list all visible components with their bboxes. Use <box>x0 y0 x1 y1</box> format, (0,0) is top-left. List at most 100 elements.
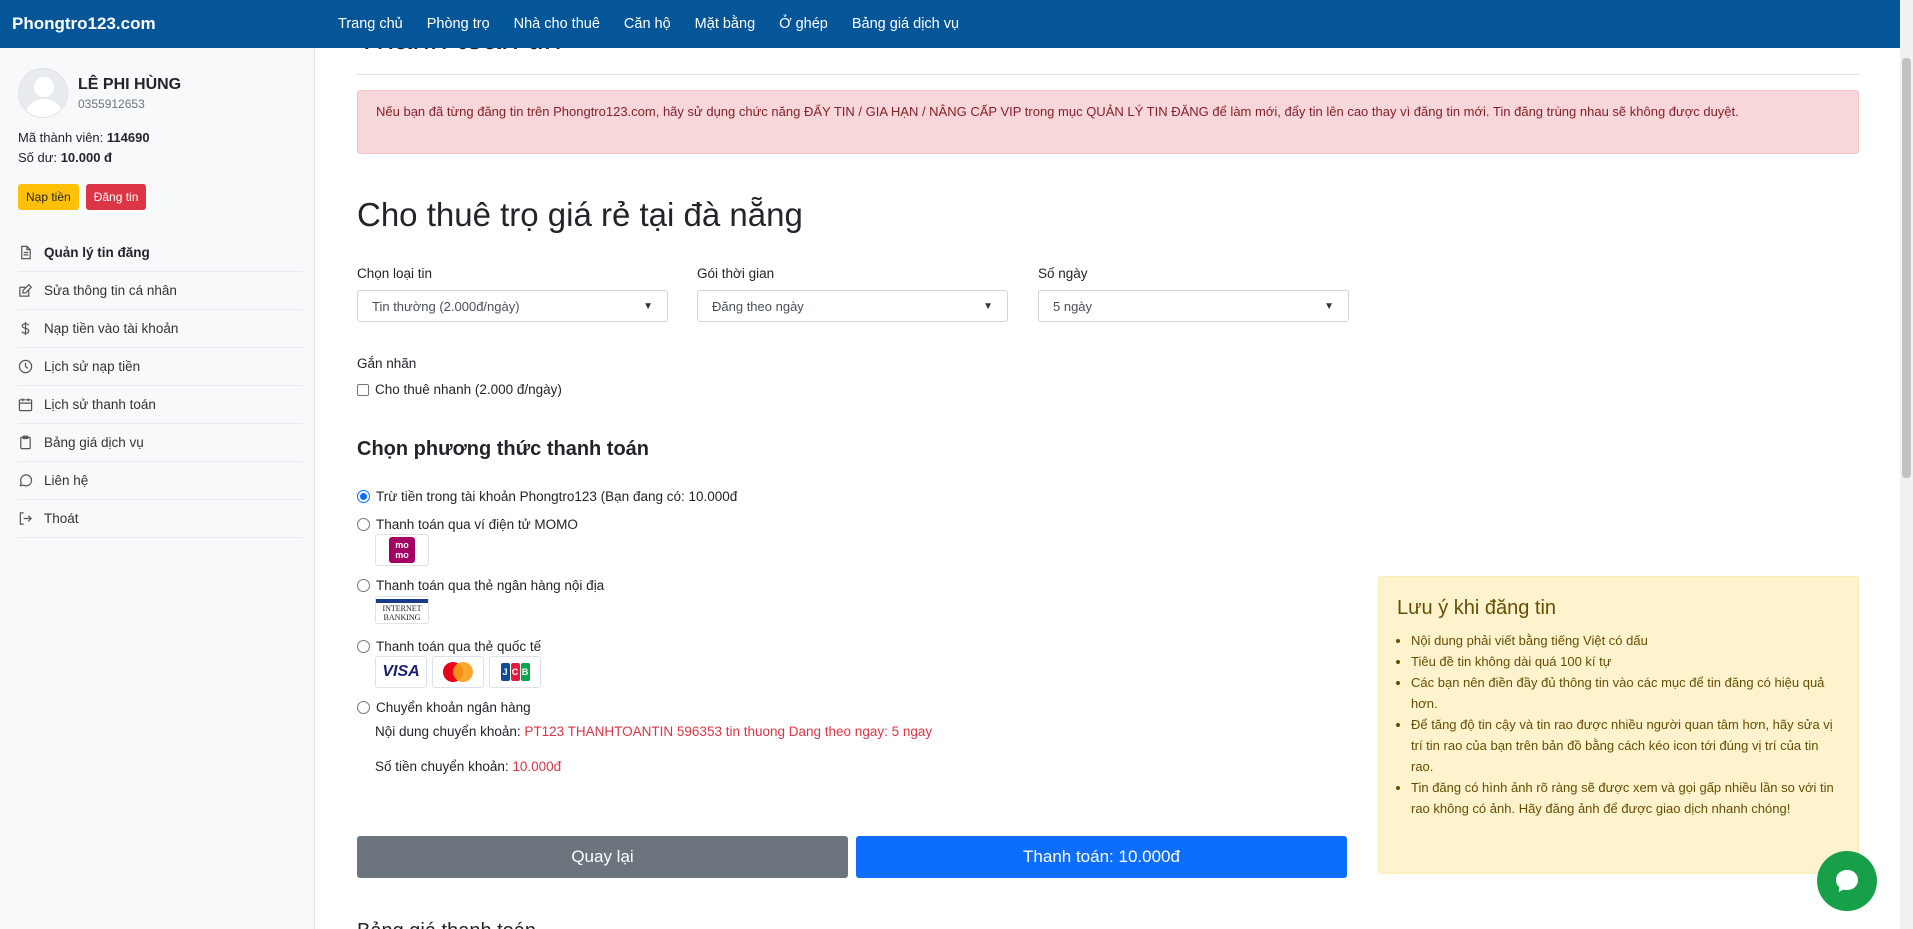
visa-logo: VISA <box>375 656 427 688</box>
transfer-content: Nội dung chuyển khoản: PT123 THANHTOANTI… <box>375 724 932 739</box>
nav-apartments[interactable]: Căn hộ <box>612 16 683 32</box>
payment-radio-bank-transfer[interactable] <box>357 701 370 714</box>
chat-bubble-icon <box>1836 870 1858 892</box>
payment-option-momo[interactable]: Thanh toán qua ví điện tử MOMO <box>357 517 578 532</box>
account-meta: Mã thành viên: 114690 Số dư: 10.000 đ <box>0 118 314 168</box>
payment-label-bank-transfer: Chuyển khoản ngân hàng <box>376 700 531 715</box>
package-select[interactable]: Đăng theo ngày ▼ <box>697 290 1008 322</box>
momo-logo-mark: mo mo <box>389 537 415 563</box>
transfer-amount: Số tiền chuyển khoản: 10.000đ <box>375 759 561 774</box>
quick-rent-option[interactable]: Cho thuê nhanh (2.000 đ/ngày) <box>357 382 562 397</box>
main-nav: Trang chủ Phòng trọ Nhà cho thuê Căn hộ … <box>326 16 971 32</box>
divider <box>357 74 1859 75</box>
pay-button[interactable]: Thanh toán: 10.000đ <box>856 836 1347 878</box>
note-item: Nội dung phải viết bằng tiếng Việt có dấ… <box>1411 630 1840 651</box>
sidebar-item-label: Bảng giá dịch vụ <box>44 435 144 450</box>
duplicate-post-alert: Nếu bạn đã từng đăng tin trên Phongtro12… <box>357 90 1859 154</box>
payment-radio-account[interactable] <box>357 490 370 503</box>
payment-label-account: Trừ tiền trong tài khoản Phongtro123 (Bạ… <box>376 489 738 504</box>
tag-label: Gắn nhãn <box>357 356 417 371</box>
clock-icon <box>18 359 44 374</box>
jcb-logo: JCB <box>489 656 541 688</box>
sidebar-item-label: Lịch sử nạp tiền <box>44 359 141 374</box>
document-icon <box>18 245 44 260</box>
payment-option-domestic-card[interactable]: Thanh toán qua thẻ ngân hàng nội địa <box>357 578 604 593</box>
nav-houses[interactable]: Nhà cho thuê <box>502 16 612 32</box>
payment-label-domestic-card: Thanh toán qua thẻ ngân hàng nội địa <box>376 578 605 593</box>
sidebar-item-topup[interactable]: Nạp tiền vào tài khoản <box>18 310 303 348</box>
payment-label-momo: Thanh toán qua ví điện tử MOMO <box>376 517 578 532</box>
package-label: Gói thời gian <box>697 266 775 281</box>
member-id-label: Mã thành viên: <box>18 130 104 145</box>
sidebar-item-topup-history[interactable]: Lịch sử nạp tiền <box>18 348 303 386</box>
sidebar-item-manage-posts[interactable]: Quản lý tin đăng <box>18 234 303 272</box>
topup-button[interactable]: Nạp tiền <box>18 184 79 210</box>
sidebar-item-label: Liên hệ <box>44 473 89 488</box>
member-id: 114690 <box>106 130 150 145</box>
momo-logo: mo mo <box>375 534 429 566</box>
post-type-label: Chọn loại tin <box>357 266 433 281</box>
chat-widget-button[interactable] <box>1817 851 1877 911</box>
notes-title: Lưu ý khi đăng tin <box>1397 597 1557 619</box>
payment-radio-domestic-card[interactable] <box>357 579 370 592</box>
nav-rooms[interactable]: Phòng trọ <box>415 16 502 32</box>
sidebar-item-logout[interactable]: Thoát <box>18 500 303 538</box>
package-field: Gói thời gian Đăng theo ngày ▼ <box>697 266 1008 322</box>
sidebar-item-edit-profile[interactable]: Sửa thông tin cá nhân <box>18 272 303 310</box>
sidebar-item-pricing[interactable]: Bảng giá dịch vụ <box>18 424 303 462</box>
note-item: Tin đăng có hình ảnh rõ ràng sẽ được xem… <box>1411 777 1840 819</box>
post-type-field: Chọn loại tin Tin thường (2.000đ/ngày) ▼ <box>357 266 668 322</box>
nav-pricing[interactable]: Bảng giá dịch vụ <box>840 16 971 32</box>
mastercard-logo-mark <box>441 662 475 682</box>
nav-shared[interactable]: Ở ghép <box>767 16 840 32</box>
post-type-select[interactable]: Tin thường (2.000đ/ngày) ▼ <box>357 290 668 322</box>
internet-banking-logo-text: INTERNET BANKING <box>376 598 428 622</box>
posting-notes: Lưu ý khi đăng tin Nội dung phải viết bằ… <box>1378 576 1859 874</box>
note-item: Tiêu đề tin không dài quá 100 kí tự <box>1411 651 1840 672</box>
avatar <box>18 68 68 118</box>
sidebar-item-contact[interactable]: Liên hệ <box>18 462 303 500</box>
visa-logo-text: VISA <box>382 663 420 680</box>
quick-rent-checkbox[interactable] <box>357 383 369 396</box>
back-button[interactable]: Quay lại <box>357 836 848 878</box>
post-title: Cho thuê trọ giá rẻ tại đà nẵng <box>357 196 803 233</box>
post-type-value: Tin thường (2.000đ/ngày) <box>372 298 520 314</box>
sidebar-item-label: Thoát <box>44 511 79 526</box>
mastercard-logo <box>432 656 484 688</box>
payment-option-account[interactable]: Trừ tiền trong tài khoản Phongtro123 (Bạ… <box>357 489 737 504</box>
sidebar-item-label: Quản lý tin đăng <box>44 245 150 260</box>
transfer-content-value: PT123 THANHTOANTIN 596353 tin thuong Dan… <box>524 724 933 739</box>
days-field: Số ngày 5 ngày ▼ <box>1038 266 1349 322</box>
chevron-down-icon: ▼ <box>643 300 653 312</box>
site-logo[interactable]: Phongtro123.com <box>0 14 326 34</box>
transfer-amount-value: 10.000đ <box>512 759 562 774</box>
payment-option-bank-transfer[interactable]: Chuyển khoản ngân hàng <box>357 700 531 715</box>
edit-icon <box>18 283 44 298</box>
nav-home[interactable]: Trang chủ <box>326 16 415 32</box>
days-value: 5 ngày <box>1053 298 1093 314</box>
internet-banking-logo: INTERNET BANKING <box>375 596 429 624</box>
payment-radio-momo[interactable] <box>357 518 370 531</box>
main-content: Thanh toán tin Nếu bạn đã từng đăng tin … <box>357 20 1862 929</box>
scrollbar-thumb[interactable] <box>1902 58 1911 478</box>
page-scrollbar[interactable] <box>1900 0 1913 929</box>
chat-icon <box>18 473 44 488</box>
package-value: Đăng theo ngày <box>712 298 804 314</box>
payment-method-title: Chọn phương thức thanh toán <box>357 438 650 460</box>
days-label: Số ngày <box>1038 266 1088 281</box>
payment-option-international-card[interactable]: Thanh toán qua thẻ quốc tế <box>357 639 541 654</box>
top-navbar: Phongtro123.com Trang chủ Phòng trọ Nhà … <box>0 0 1900 48</box>
note-item: Các bạn nên điền đầy đủ thông tin vào cá… <box>1411 672 1840 714</box>
payment-radio-international-card[interactable] <box>357 640 370 653</box>
pricing-heading: Bảng giá thanh toán <box>357 920 536 929</box>
jcb-logo-mark: JCB <box>500 663 530 681</box>
days-select[interactable]: 5 ngày ▼ <box>1038 290 1349 322</box>
sidebar-item-payment-history[interactable]: Lịch sử thanh toán <box>18 386 303 424</box>
post-button[interactable]: Đăng tin <box>85 184 147 210</box>
sidebar-menu: Quản lý tin đăng Sửa thông tin cá nhân N… <box>18 234 303 538</box>
user-info: LÊ PHI HÙNG 0355912653 <box>0 48 314 118</box>
account-actions: Nạp tiền Đăng tin <box>0 168 314 210</box>
transfer-content-label: Nội dung chuyển khoản: <box>375 724 521 739</box>
nav-premises[interactable]: Mặt bằng <box>683 16 767 32</box>
notes-list: Nội dung phải viết bằng tiếng Việt có dấ… <box>1397 630 1840 819</box>
